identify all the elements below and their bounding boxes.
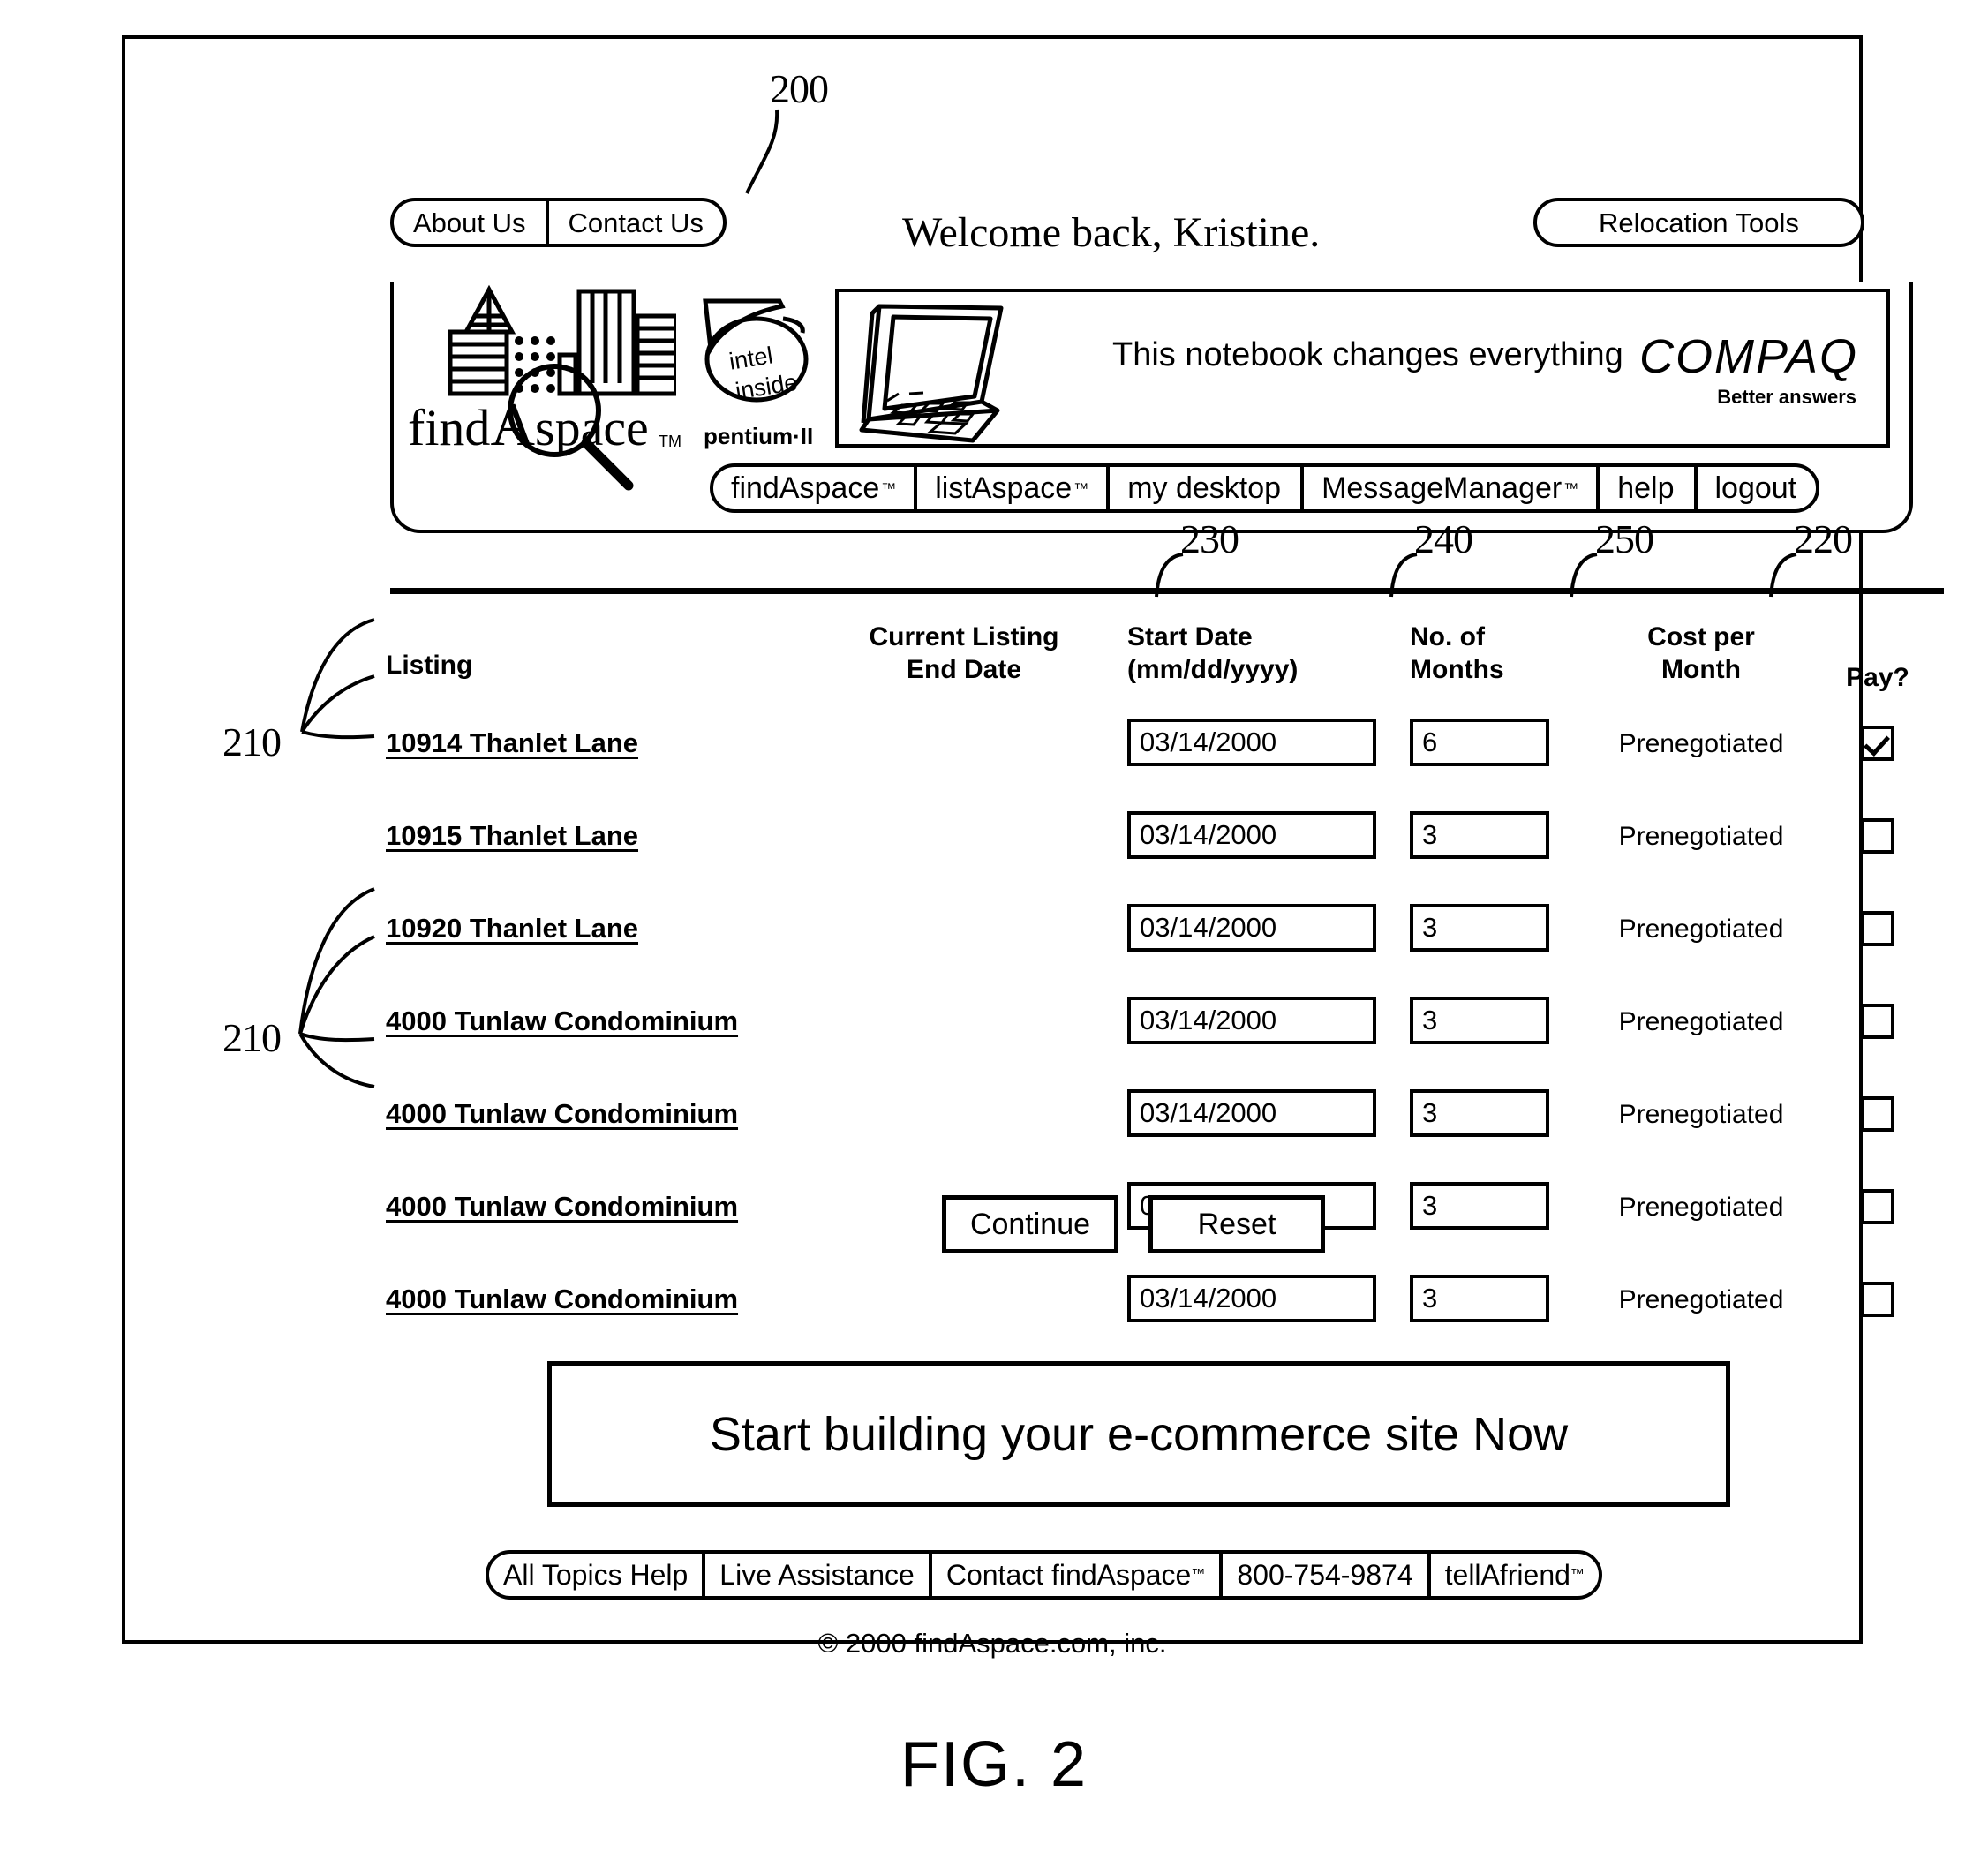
cost-value: Prenegotiated bbox=[1618, 1193, 1784, 1222]
pay-checkbox[interactable] bbox=[1861, 1004, 1894, 1039]
ad-tagline: This notebook changes everything bbox=[1112, 336, 1623, 373]
listing-link[interactable]: 10915 Thanlet Lane bbox=[386, 820, 638, 851]
start-date-input[interactable]: 03/14/2000 bbox=[1127, 904, 1376, 952]
ecommerce-promo-banner[interactable]: Start building your e-commerce site Now bbox=[547, 1361, 1730, 1507]
pay-checkbox[interactable] bbox=[1861, 1282, 1894, 1317]
footer-link-tellafriend[interactable]: tellAfriend ™ bbox=[1431, 1554, 1599, 1596]
column-header-months-line1: No. of bbox=[1410, 622, 1485, 651]
table-header-row: Listing Current Listing End Date Start D… bbox=[125, 621, 1909, 692]
listing-link[interactable]: 4000 Tunlaw Condominium bbox=[386, 1284, 738, 1314]
table-row: 4000 Tunlaw Condominium 03/14/2000 3 Pre… bbox=[125, 997, 1894, 1064]
months-input[interactable]: 3 bbox=[1410, 904, 1549, 952]
reference-number-250: 250 bbox=[1595, 516, 1654, 561]
months-input[interactable]: 6 bbox=[1410, 719, 1549, 766]
contact-us-link[interactable]: Contact Us bbox=[549, 201, 723, 244]
leader-line-200 bbox=[745, 109, 779, 194]
nav-item-my-desktop[interactable]: my desktop bbox=[1110, 467, 1305, 509]
column-header-start-date-line1: Start Date bbox=[1127, 622, 1253, 651]
pentium-label: pentium·II bbox=[704, 423, 814, 449]
nav-item-findaspace[interactable]: findAspace ™ bbox=[713, 467, 918, 509]
column-header-end-date: Current Listing End Date bbox=[832, 621, 1096, 686]
pay-checkbox[interactable] bbox=[1861, 1096, 1894, 1132]
reference-number-230: 230 bbox=[1180, 516, 1239, 561]
table-row: 10920 Thanlet Lane 03/14/2000 3 Prenegot… bbox=[125, 904, 1894, 971]
cost-value: Prenegotiated bbox=[1618, 915, 1784, 944]
about-us-link[interactable]: About Us bbox=[394, 201, 549, 244]
compaq-wordmark: COMPAQ bbox=[1638, 330, 1858, 383]
welcome-message: Welcome back, Kristine. bbox=[902, 209, 1321, 256]
cost-value: Prenegotiated bbox=[1618, 1285, 1784, 1314]
magnifying-glass-icon bbox=[508, 364, 634, 491]
footer-link-all-topics-help[interactable]: All Topics Help bbox=[489, 1554, 706, 1596]
about-contact-pill: About Us Contact Us bbox=[390, 198, 727, 247]
column-header-end-date-line1: Current Listing bbox=[869, 622, 1059, 651]
cost-value: Prenegotiated bbox=[1618, 1007, 1784, 1036]
brand-trademark: TM bbox=[659, 433, 681, 450]
relocation-tools-link[interactable]: Relocation Tools bbox=[1537, 201, 1861, 244]
months-input[interactable]: 3 bbox=[1410, 1182, 1549, 1230]
column-header-listing: Listing bbox=[386, 651, 473, 680]
months-input[interactable]: 3 bbox=[1410, 811, 1549, 859]
continue-button[interactable]: Continue bbox=[942, 1195, 1118, 1253]
cost-value: Prenegotiated bbox=[1618, 822, 1784, 851]
pay-checkbox[interactable] bbox=[1861, 911, 1894, 946]
table-row: 4000 Tunlaw Condominium 03/14/2000 3 Pre… bbox=[125, 1275, 1894, 1342]
reference-number-200: 200 bbox=[770, 66, 829, 111]
column-header-start-date-line2: (mm/dd/yyyy) bbox=[1127, 654, 1299, 684]
nav-item-messagemanager[interactable]: MessageManager ™ bbox=[1304, 467, 1600, 509]
nav-item-help[interactable]: help bbox=[1600, 467, 1698, 509]
pay-checkbox[interactable] bbox=[1861, 1189, 1894, 1224]
patent-figure-frame: 200 About Us Contact Us Relocation Tools… bbox=[122, 35, 1944, 1659]
listing-link[interactable]: 4000 Tunlaw Condominium bbox=[386, 1005, 738, 1036]
figure-caption: FIG. 2 bbox=[900, 1729, 1088, 1800]
listing-link[interactable]: 10914 Thanlet Lane bbox=[386, 727, 638, 758]
copyright-notice: © 2000 findAspace.com, inc. bbox=[817, 1628, 1167, 1659]
start-date-input[interactable]: 03/14/2000 bbox=[1127, 719, 1376, 766]
table-row: 4000 Tunlaw Condominium 03/14/2000 3 Pre… bbox=[125, 1089, 1894, 1156]
compaq-slogan: Better answers bbox=[1717, 386, 1856, 408]
footer-links-pill: All Topics Help Live Assistance Contact … bbox=[486, 1550, 1602, 1600]
footer-phone-number[interactable]: 800-754-9874 bbox=[1223, 1554, 1431, 1596]
column-header-cost: Cost per Month bbox=[1591, 621, 1811, 686]
nav-item-logout[interactable]: logout bbox=[1698, 467, 1817, 509]
reset-button[interactable]: Reset bbox=[1148, 1195, 1325, 1253]
main-navigation: findAspace ™ listAspace ™ my desktop Messa… bbox=[710, 463, 1820, 513]
start-date-input[interactable]: 03/14/2000 bbox=[1127, 1089, 1376, 1137]
column-header-months-line2: Months bbox=[1410, 654, 1504, 684]
site-header: findAspace TM intel inside pentium·II Th… bbox=[390, 282, 1913, 533]
pay-checkbox[interactable] bbox=[1861, 726, 1894, 761]
intel-inside-badge: intel inside pentium·II bbox=[698, 290, 826, 458]
reference-number-220: 220 bbox=[1794, 516, 1853, 561]
column-header-cost-line1: Cost per bbox=[1647, 622, 1755, 651]
table-row: 10914 Thanlet Lane 03/14/2000 6 Prenegot… bbox=[125, 719, 1894, 786]
months-input[interactable]: 3 bbox=[1410, 1275, 1549, 1322]
footer-link-live-assistance[interactable]: Live Assistance bbox=[705, 1554, 932, 1596]
nav-item-listaspace[interactable]: listAspace ™ bbox=[917, 467, 1111, 509]
relocation-tools-pill: Relocation Tools bbox=[1533, 198, 1864, 247]
column-header-pay: Pay? bbox=[1846, 663, 1909, 692]
form-actions: Continue Reset bbox=[942, 1195, 1325, 1253]
cost-value: Prenegotiated bbox=[1618, 729, 1784, 758]
table-top-rule bbox=[390, 588, 1944, 594]
reference-number-240: 240 bbox=[1414, 516, 1473, 561]
laptop-notebook-icon bbox=[859, 304, 1004, 443]
months-input[interactable]: 3 bbox=[1410, 1089, 1549, 1137]
cost-value: Prenegotiated bbox=[1618, 1100, 1784, 1129]
listing-link[interactable]: 4000 Tunlaw Condominium bbox=[386, 1098, 738, 1129]
table-row: 10915 Thanlet Lane 03/14/2000 3 Prenegot… bbox=[125, 811, 1894, 878]
column-header-end-date-line2: End Date bbox=[906, 654, 1022, 684]
months-input[interactable]: 3 bbox=[1410, 997, 1549, 1044]
pay-checkbox[interactable] bbox=[1861, 818, 1894, 854]
column-header-cost-line2: Month bbox=[1661, 654, 1741, 684]
column-header-months: No. of Months bbox=[1410, 621, 1564, 686]
brand-block[interactable]: findAspace TM bbox=[394, 277, 694, 491]
start-date-input[interactable]: 03/14/2000 bbox=[1127, 997, 1376, 1044]
listing-link[interactable]: 4000 Tunlaw Condominium bbox=[386, 1191, 738, 1222]
column-header-start-date: Start Date (mm/dd/yyyy) bbox=[1127, 621, 1383, 686]
listing-link[interactable]: 10920 Thanlet Lane bbox=[386, 913, 638, 944]
start-date-input[interactable]: 03/14/2000 bbox=[1127, 811, 1376, 859]
footer-link-contact-findaspace[interactable]: Contact findAspace ™ bbox=[932, 1554, 1224, 1596]
start-date-input[interactable]: 03/14/2000 bbox=[1127, 1275, 1376, 1322]
advertisement-banner[interactable]: This notebook changes everything COMPAQ … bbox=[835, 289, 1890, 448]
